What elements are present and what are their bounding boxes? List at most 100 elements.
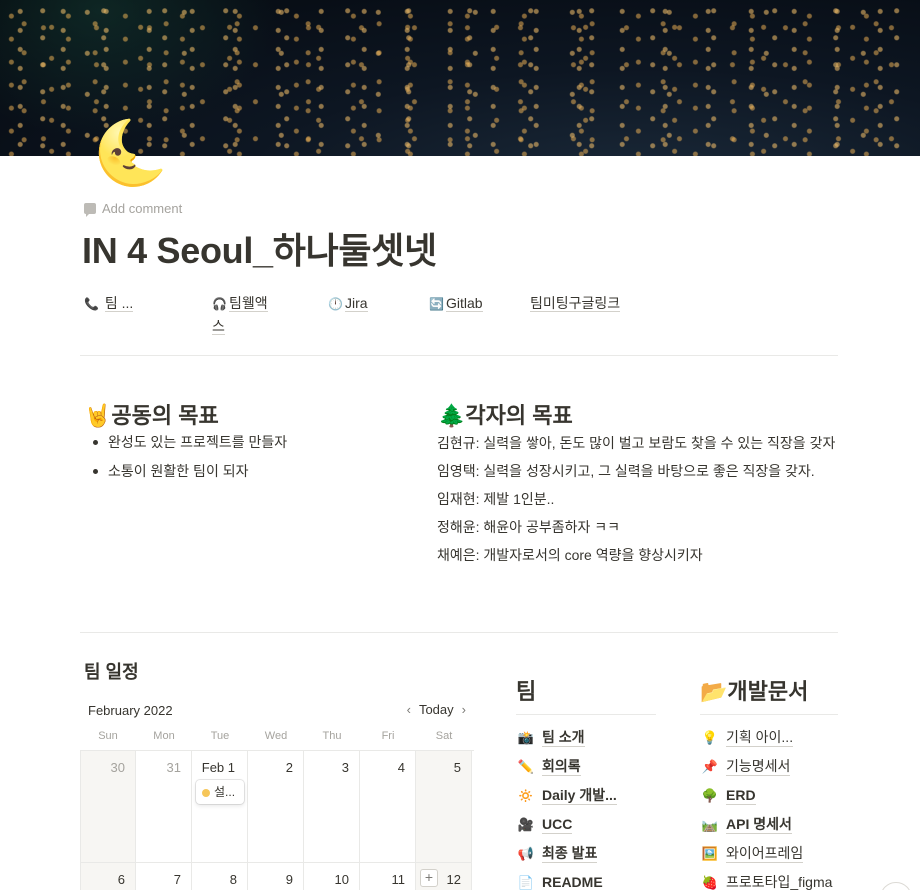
chevron-right-icon[interactable]: › xyxy=(462,702,466,717)
day-number: 11 xyxy=(391,872,406,887)
item-label: 기능명세서 xyxy=(726,758,791,776)
item-label: 와이어프레임 xyxy=(726,845,804,863)
lightbulb-icon: 💡 xyxy=(701,729,719,745)
pin-icon: 📌 xyxy=(701,758,719,774)
document-icon: 📄 xyxy=(517,874,535,890)
chevron-left-icon[interactable]: ‹ xyxy=(407,702,411,717)
team-item-ucc[interactable]: 🎥 UCC xyxy=(516,810,656,839)
add-event-plus-icon[interactable]: + xyxy=(420,869,438,887)
devdocs-item-idea[interactable]: 💡 기획 아이... xyxy=(700,723,838,752)
calendar-day[interactable]: 2 xyxy=(248,751,304,863)
day-number: 30 xyxy=(110,760,125,775)
calendar-month: February 2022 xyxy=(88,703,173,718)
calendar-nav: ‹ Today › xyxy=(407,702,466,717)
team-item-intro[interactable]: 📸 팀 소개 xyxy=(516,723,656,752)
day-number: 8 xyxy=(229,872,237,887)
link-label: Jira xyxy=(344,295,368,312)
item-label: 회의록 xyxy=(542,758,581,776)
link-label: 팀미팅구글링크 xyxy=(530,295,621,312)
day-number: Feb 1 xyxy=(201,760,235,775)
heading-text: 공동의 목표 xyxy=(111,403,219,428)
day-number: 12 xyxy=(446,872,461,887)
divider xyxy=(80,355,838,356)
weekday: Sat xyxy=(435,730,453,742)
calendar-day[interactable]: Feb 1 설... xyxy=(192,751,248,863)
team-item-minutes[interactable]: ✏️ 회의록 xyxy=(516,752,656,781)
devdocs-item-wireframe[interactable]: 🖼️ 와이어프레임 xyxy=(700,839,838,868)
item-label: UCC xyxy=(542,816,573,834)
calendar-day[interactable]: 31 xyxy=(136,751,192,863)
item-label: API 명세서 xyxy=(726,816,792,834)
link-jira[interactable]: 🕛 Jira xyxy=(328,292,368,315)
add-comment-button[interactable]: Add comment xyxy=(84,201,183,217)
help-button[interactable] xyxy=(880,882,912,890)
devdocs-section: 📂개발문서 💡 기획 아이... 📌 기능명세서 🌳 ERD 🛤️ API 명세서 🖼️… xyxy=(700,674,838,890)
item-label: 팀 소개 xyxy=(542,729,585,747)
day-number: 5 xyxy=(453,760,461,775)
calendar-day[interactable]: 5 xyxy=(416,751,472,863)
divider xyxy=(80,632,838,633)
link-team-call[interactable]: 📞 팀 ... xyxy=(84,292,134,315)
day-number: 9 xyxy=(285,872,293,887)
calendar-day[interactable]: 7 xyxy=(136,863,192,890)
megaphone-icon: 📢 xyxy=(517,845,535,861)
calendar-day[interactable]: 3 xyxy=(304,751,360,863)
weekday: Thu xyxy=(322,730,342,742)
devdocs-item-erd[interactable]: 🌳 ERD xyxy=(700,781,838,810)
add-comment-label: Add comment xyxy=(102,201,183,216)
weekday: Mon xyxy=(153,730,175,742)
team-item-daily[interactable]: 🔅 Daily 개발... xyxy=(516,781,656,810)
day-number: 4 xyxy=(397,760,405,775)
calendar-day[interactable]: 8 xyxy=(192,863,248,890)
refresh-icon: 🔄 xyxy=(429,297,444,311)
clock-icon: 🕛 xyxy=(328,297,343,311)
common-goal-heading: 🤘공동의 목표 xyxy=(84,398,219,430)
devdocs-item-prototype[interactable]: 🍓 프로토타입_figma xyxy=(700,868,838,890)
weekday: Sun xyxy=(98,730,118,742)
calendar-grid: 30 31 Feb 1 설... 2 3 4 5 6 7 8 9 10 11 +… xyxy=(80,750,474,890)
goal-item: 임영택: 실력을 성장시키고, 그 실력을 바탕으로 좋은 직장을 갖자. xyxy=(437,463,815,479)
calendar-day[interactable]: 30 xyxy=(80,751,136,863)
strawberry-icon: 🍓 xyxy=(701,874,719,890)
weekday: Tue xyxy=(210,730,230,742)
goal-item: 임재현: 제발 1인분.. xyxy=(437,491,555,507)
calendar-day[interactable]: 6 xyxy=(80,863,136,890)
calendar-event[interactable]: 설... xyxy=(196,780,244,804)
today-button[interactable]: Today xyxy=(419,702,454,717)
list-item: 소통이 원활한 팀이 되자 xyxy=(88,461,287,481)
link-gitlab[interactable]: 🔄 Gitlab xyxy=(429,292,483,315)
goal-item: 김현규: 실력을 쌓아, 돈도 많이 벌고 보람도 찾을 수 있는 직장을 갖자 xyxy=(437,435,836,451)
weekday: Fri xyxy=(381,730,395,742)
link-team-meeting-google[interactable]: 팀미팅구글링크 xyxy=(530,292,621,314)
tree-icon: 🌲 xyxy=(438,403,466,428)
team-item-readme[interactable]: 📄 README xyxy=(516,868,656,890)
each-goal-list: 김현규: 실력을 쌓아, 돈도 많이 벌고 보람도 찾을 수 있는 직장을 갖자… xyxy=(437,432,839,572)
schedule-title[interactable]: 팀 일정 xyxy=(84,658,139,684)
rock-hand-icon: 🤘 xyxy=(84,403,112,428)
calendar-day[interactable]: 4 xyxy=(360,751,416,863)
link-row: 📞 팀 ... 🎧 팀웰액스 🕛 Jira 🔄 Gitlab 팀미팅구글링크 xyxy=(84,292,844,342)
calendar-day[interactable]: 11 xyxy=(360,863,416,890)
team-item-final[interactable]: 📢 최종 발표 xyxy=(516,839,656,868)
railway-icon: 🛤️ xyxy=(701,816,719,832)
item-label: 프로토타입_figma xyxy=(726,874,833,890)
calendar-day[interactable]: 10 xyxy=(304,863,360,890)
link-team-wellax[interactable]: 🎧 팀웰액스 xyxy=(212,292,276,337)
weekday: Wed xyxy=(264,730,288,742)
calendar-day[interactable]: 9 xyxy=(248,863,304,890)
day-number: 3 xyxy=(341,760,349,775)
pencil-icon: ✏️ xyxy=(517,758,535,774)
phone-icon: 📞 xyxy=(84,297,99,311)
devdocs-item-spec[interactable]: 📌 기능명세서 xyxy=(700,752,838,781)
video-camera-icon: 🎥 xyxy=(517,816,535,832)
team-section: 팀 📸 팀 소개 ✏️ 회의록 🔅 Daily 개발... 🎥 UCC 📢 최종 발표 📄… xyxy=(516,674,656,890)
list-item: 완성도 있는 프로젝트를 만들자 xyxy=(88,432,287,452)
page-icon-moon[interactable]: 🌜 xyxy=(92,116,169,192)
devdocs-item-api[interactable]: 🛤️ API 명세서 xyxy=(700,810,838,839)
event-dot-icon xyxy=(202,789,210,797)
day-number: 6 xyxy=(117,872,125,887)
folder-icon: 📂 xyxy=(700,679,728,704)
calendar-day[interactable]: + 12 xyxy=(416,863,472,890)
page-title[interactable]: IN 4 Seoul_하나둘셋넷 xyxy=(82,222,437,274)
goal-item: 정해윤: 해윤아 공부좀하자 ㅋㅋ xyxy=(437,519,620,535)
